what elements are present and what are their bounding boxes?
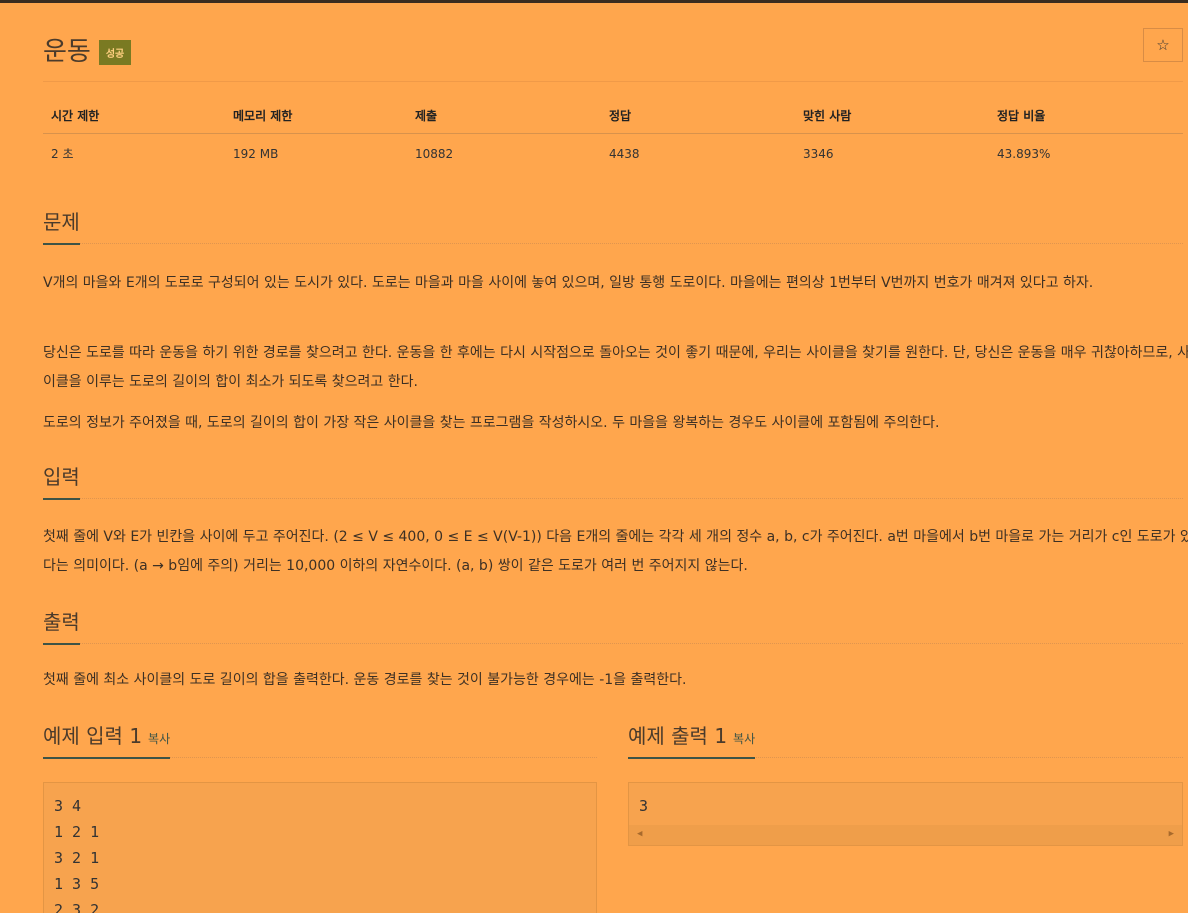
header-time-limit: 시간 제한 [43,107,225,134]
value-submissions[interactable]: 10882 [407,134,601,174]
header-submissions: 제출 [407,107,601,134]
value-accepted[interactable]: 4438 [601,134,795,174]
problem-paragraph: V개의 마을와 E개의 도로로 구성되어 있는 도시가 있다. 도로는 마을과 … [43,275,1094,291]
section-heading: 문제 [43,206,80,245]
sample-input-section: 예제 입력 1 복사 [43,720,597,759]
header-accepted: 정답 [601,107,795,134]
value-ratio: 43.893% [997,146,1051,161]
output-paragraph: 첫째 줄에 최소 사이클의 도로 길이의 합을 출력한다. 운동 경로를 찾는 … [43,672,687,688]
header-solved-users: 맞힌 사람 [795,107,989,134]
sample-input-heading: 예제 입력 1 [43,724,143,748]
problem-paragraph: 당신은 도로를 따라 운동을 하기 위한 경로를 찾으려고 한다. 운동을 한 … [43,345,1188,390]
problem-title: 운동 [43,37,91,67]
section-heading: 입력 [43,461,80,500]
copy-output-button[interactable]: 복사 [733,732,755,746]
value-memory-limit: 192 MB [233,146,279,161]
section-output: 출력 [43,606,1183,645]
copy-input-button[interactable]: 복사 [148,732,170,746]
stats-table: 시간 제한 메모리 제한 제출 정답 맞힌 사람 정답 비율 2 초 192 M… [43,107,1183,173]
stats-value-row: 2 초 192 MB 10882 4438 3346 43.893% [43,134,1183,174]
problem-paragraph: 도로의 정보가 주어졌을 때, 도로의 길이의 합이 가장 작은 사이클을 찾는… [43,415,940,431]
value-time-limit: 2 초 [51,147,74,161]
scroll-right-icon[interactable]: ▶ [1169,829,1174,839]
scroll-left-icon[interactable]: ◀ [637,829,642,839]
sample-output-heading: 예제 출력 1 [628,724,728,748]
sample-output-box[interactable]: 3 ◀ ▶ [628,782,1183,846]
sample-output-content: 3 [639,797,649,815]
star-icon[interactable]: ☆ [1143,28,1183,62]
sample-input-box[interactable]: 3 4 1 2 1 3 2 1 1 3 5 2 3 2 [43,782,597,913]
header-memory-limit: 메모리 제한 [225,107,407,134]
sample-input-content: 3 4 1 2 1 3 2 1 1 3 5 2 3 2 [54,797,100,913]
sample-output-section: 예제 출력 1 복사 [628,720,1183,759]
stats-header-row: 시간 제한 메모리 제한 제출 정답 맞힌 사람 정답 비율 [43,107,1183,134]
horizontal-scrollbar[interactable]: ◀ ▶ [629,825,1182,845]
value-solved-users[interactable]: 3346 [795,134,989,174]
status-badge: 성공 [98,40,132,65]
section-problem: 문제 [43,206,1183,245]
section-heading: 출력 [43,606,80,645]
section-input: 입력 [43,461,1183,500]
header-ratio: 정답 비율 [989,107,1183,134]
title-row: 운동 성공 [43,31,132,68]
input-paragraph: 첫째 줄에 V와 E가 빈칸을 사이에 두고 주어진다. (2 ≤ V ≤ 40… [43,529,1188,574]
divider [43,81,1183,82]
